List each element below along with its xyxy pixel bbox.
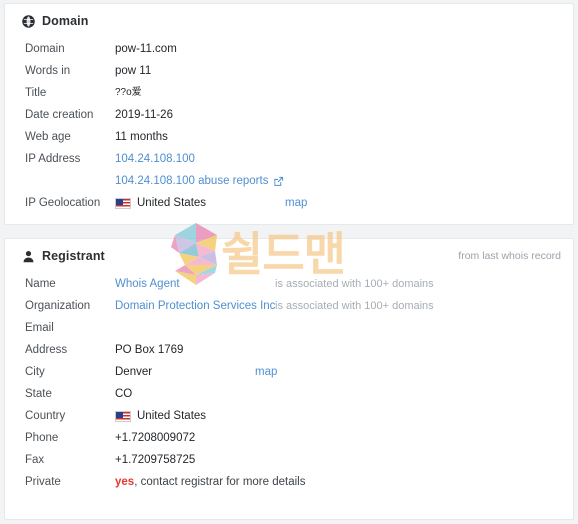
registrant-card-header: Registrant from last whois record bbox=[5, 239, 573, 273]
row-city-label: City bbox=[25, 366, 45, 378]
row-country-value: United States bbox=[115, 405, 206, 427]
row-phone: Phone +1.7208009072 bbox=[5, 427, 573, 449]
row-fax-value: +1.7209758725 bbox=[115, 454, 196, 466]
external-link-icon[interactable] bbox=[273, 176, 284, 187]
row-words-in-value: pow 11 bbox=[115, 65, 152, 77]
row-ip-address-label: IP Address bbox=[25, 153, 81, 165]
row-ip-geolocation-value: United States bbox=[115, 192, 206, 214]
row-web-age-value: 11 months bbox=[115, 131, 168, 143]
row-words-in-label: Words in bbox=[25, 65, 71, 77]
row-web-age-label: Web age bbox=[25, 131, 71, 143]
city-map-link[interactable]: map bbox=[255, 361, 277, 383]
row-words-in: Words in pow 11 bbox=[5, 60, 573, 82]
us-flag-icon bbox=[115, 197, 131, 209]
organization-assoc-note: is associated with 100+ domains bbox=[275, 300, 434, 312]
domain-card: Domain Domain pow-11.com Words in pow 11… bbox=[4, 3, 574, 225]
row-address-label: Address bbox=[25, 344, 68, 356]
row-title: Title ??o爱 bbox=[5, 82, 573, 104]
row-ip-geolocation-label: IP Geolocation bbox=[25, 197, 101, 209]
row-organization-value: Domain Protection Services Inc bbox=[115, 295, 275, 317]
whois-result-page: Domain Domain pow-11.com Words in pow 11… bbox=[0, 0, 578, 524]
row-ip-address: IP Address 104.24.108.100 bbox=[5, 148, 573, 170]
row-private-value: yes, contact registrar for more details bbox=[115, 471, 305, 493]
row-ip-address-value: 104.24.108.100 bbox=[115, 148, 195, 170]
row-fax: Fax +1.7209758725 bbox=[5, 449, 573, 471]
ip-geolocation-country: United States bbox=[137, 197, 207, 209]
row-name: Name Whois Agent is associated with 100+… bbox=[5, 273, 573, 295]
row-phone-value: +1.7208009072 bbox=[115, 432, 196, 444]
registrant-rows: Name Whois Agent is associated with 100+… bbox=[5, 273, 573, 501]
user-icon bbox=[22, 250, 35, 263]
row-date-creation: Date creation 2019-11-26 bbox=[5, 104, 573, 126]
private-yes-badge: yes bbox=[115, 476, 135, 488]
row-name-value: Whois Agent bbox=[115, 273, 180, 295]
ip-address-link[interactable]: 104.24.108.100 bbox=[115, 148, 195, 170]
domain-rows: Domain pow-11.com Words in pow 11 Title … bbox=[5, 38, 573, 222]
registrant-card-note: from last whois record bbox=[458, 250, 561, 262]
row-ip-geolocation: IP Geolocation United States map bbox=[5, 192, 573, 214]
row-state-label: State bbox=[25, 388, 52, 400]
row-email: Email bbox=[5, 317, 573, 339]
row-date-creation-value: 2019-11-26 bbox=[115, 109, 173, 121]
row-country: Country United States bbox=[5, 405, 573, 427]
registrant-name-link[interactable]: Whois Agent bbox=[115, 273, 180, 295]
row-address: Address PO Box 1769 bbox=[5, 339, 573, 361]
row-domain: Domain pow-11.com bbox=[5, 38, 573, 60]
row-web-age: Web age 11 months bbox=[5, 126, 573, 148]
row-phone-label: Phone bbox=[25, 432, 59, 444]
domain-card-header: Domain bbox=[5, 4, 573, 38]
us-flag-icon bbox=[115, 410, 131, 422]
row-private-label: Private bbox=[25, 476, 61, 488]
name-assoc-note: is associated with 100+ domains bbox=[275, 278, 434, 290]
row-title-label: Title bbox=[25, 87, 47, 99]
row-private: Private yes, contact registrar for more … bbox=[5, 471, 573, 493]
row-organization-label: Organization bbox=[25, 300, 91, 312]
row-email-label: Email bbox=[25, 322, 54, 334]
row-domain-value: pow-11.com bbox=[115, 43, 177, 55]
row-domain-label: Domain bbox=[25, 43, 65, 55]
row-abuse-reports-value: 104.24.108.100 abuse reports bbox=[115, 170, 284, 192]
registrant-card-title: Registrant bbox=[42, 249, 105, 263]
row-state-value: CO bbox=[115, 388, 133, 400]
registrant-organization-link[interactable]: Domain Protection Services Inc bbox=[115, 295, 275, 317]
row-city: City Denver map bbox=[5, 361, 573, 383]
private-detail-text: , contact registrar for more details bbox=[134, 476, 306, 488]
row-organization: Organization Domain Protection Services … bbox=[5, 295, 573, 317]
row-fax-label: Fax bbox=[25, 454, 45, 466]
ip-geolocation-map-link[interactable]: map bbox=[285, 192, 307, 214]
row-state: State CO bbox=[5, 383, 573, 405]
registrant-card: Registrant from last whois record Name W… bbox=[4, 238, 574, 520]
domain-card-title: Domain bbox=[42, 14, 89, 28]
registrant-country-name: United States bbox=[137, 410, 207, 422]
row-country-label: Country bbox=[25, 410, 66, 422]
row-address-value: PO Box 1769 bbox=[115, 344, 184, 356]
row-title-value: ??o爱 bbox=[115, 87, 142, 98]
row-city-value: Denver bbox=[115, 366, 153, 378]
row-name-label: Name bbox=[25, 278, 56, 290]
globe-icon bbox=[22, 14, 35, 28]
abuse-reports-link[interactable]: 104.24.108.100 abuse reports bbox=[115, 170, 268, 192]
row-abuse-reports: 104.24.108.100 abuse reports bbox=[5, 170, 573, 192]
row-date-creation-label: Date creation bbox=[25, 109, 94, 121]
